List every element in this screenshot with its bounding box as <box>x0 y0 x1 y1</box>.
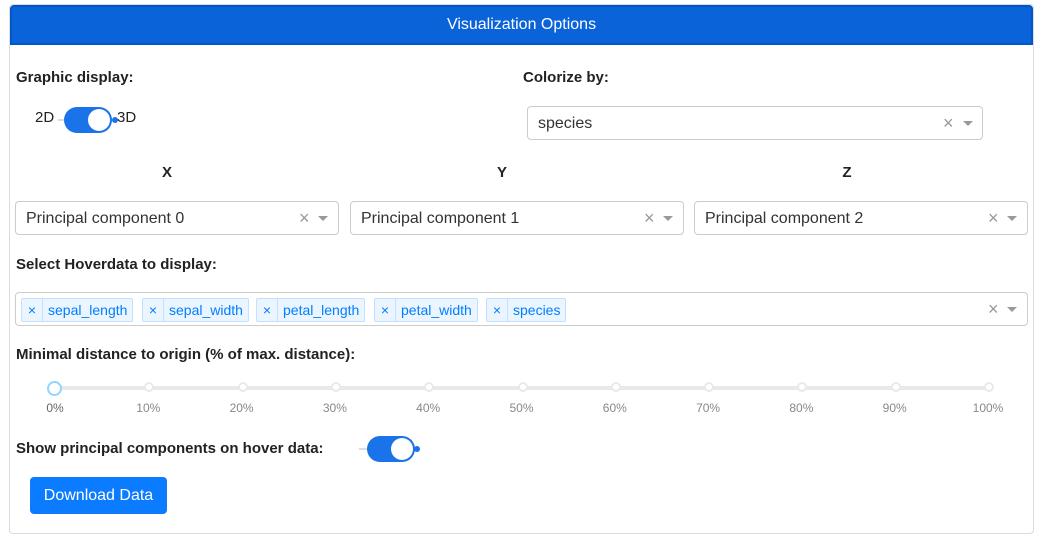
y-axis-label: Y <box>496 164 507 181</box>
hoverdata-tag: × petal_length <box>256 298 366 322</box>
chevron-down-icon[interactable] <box>1007 216 1017 221</box>
chevron-down-icon[interactable] <box>318 216 328 221</box>
remove-tag-icon[interactable]: × <box>257 299 278 321</box>
chevron-down-icon[interactable] <box>663 216 673 221</box>
x-axis-value: Principal component 0 <box>26 210 185 227</box>
y-axis-value: Principal component 1 <box>361 210 520 227</box>
clear-icon[interactable]: × <box>943 113 954 134</box>
hoverdata-tag: × sepal_width <box>142 298 249 322</box>
slider-mark-label: 50% <box>509 401 534 415</box>
slider-mark-label: 90% <box>882 401 907 415</box>
remove-tag-icon[interactable]: × <box>22 299 43 321</box>
chevron-down-icon[interactable] <box>1007 307 1017 312</box>
download-data-button[interactable]: Download Data <box>30 477 167 514</box>
chevron-down-icon[interactable] <box>963 121 973 126</box>
slider-tick[interactable] <box>330 382 341 392</box>
graphic-display-toggle[interactable] <box>58 107 120 133</box>
slider-tick[interactable] <box>237 382 248 392</box>
distance-label: Minimal distance to origin (% of max. di… <box>16 346 356 363</box>
clear-icon[interactable]: × <box>644 208 655 229</box>
toggle-knob <box>391 438 413 460</box>
toggle-2d-label: 2D <box>35 109 55 126</box>
slider-mark-label: 40% <box>416 401 441 415</box>
card-header: Visualization Options <box>10 5 1033 45</box>
show-pc-toggle[interactable] <box>359 436 421 462</box>
x-axis-select[interactable]: Principal component 0 × <box>15 201 339 235</box>
remove-tag-icon[interactable]: × <box>143 299 164 321</box>
hoverdata-tag: × sepal_length <box>21 298 134 322</box>
remove-tag-icon[interactable]: × <box>487 299 508 321</box>
graphic-display-label: Graphic display: <box>16 69 134 86</box>
slider-tick[interactable] <box>984 382 994 392</box>
card-title: Visualization Options <box>446 16 597 33</box>
hoverdata-tag: × petal_width <box>374 298 478 322</box>
slider-mark-label: 100% <box>972 401 1004 415</box>
x-axis-label: X <box>161 164 172 181</box>
clear-icon[interactable]: × <box>988 208 999 229</box>
hoverdata-tag: × species <box>486 298 567 322</box>
slider-mark-label: 70% <box>696 401 721 415</box>
slider-mark-label: 20% <box>229 401 254 415</box>
show-pc-label: Show principal components on hover data: <box>16 440 324 457</box>
slider-mark-label: 60% <box>602 401 627 415</box>
slider-tick[interactable] <box>610 382 621 392</box>
slider-tick[interactable] <box>517 382 528 392</box>
y-axis-select[interactable]: Principal component 1 × <box>350 201 684 235</box>
remove-tag-icon[interactable]: × <box>375 299 396 321</box>
colorize-label: Colorize by: <box>523 69 609 86</box>
slider-mark-label: 10% <box>136 401 161 415</box>
hoverdata-label: Select Hoverdata to display: <box>16 256 217 273</box>
z-axis-value: Principal component 2 <box>705 210 864 227</box>
clear-icon[interactable]: × <box>299 208 310 229</box>
colorize-select[interactable]: species × <box>527 106 983 140</box>
slider-mark-label: 30% <box>322 401 347 415</box>
colorize-value: species <box>538 115 593 132</box>
slider-tick[interactable] <box>890 382 901 392</box>
distance-slider-handle[interactable] <box>47 381 62 396</box>
z-axis-label: Z <box>842 164 852 181</box>
slider-mark-label: 0% <box>46 401 64 415</box>
z-axis-select[interactable]: Principal component 2 × <box>694 201 1028 235</box>
toggle-knob <box>88 109 110 131</box>
toggle-3d-label: 3D <box>117 109 137 126</box>
slider-mark-label: 80% <box>789 401 814 415</box>
clear-icon[interactable]: × <box>988 299 999 320</box>
hoverdata-multiselect[interactable]: × sepal_length × sepal_width × petal_len… <box>15 292 1028 326</box>
